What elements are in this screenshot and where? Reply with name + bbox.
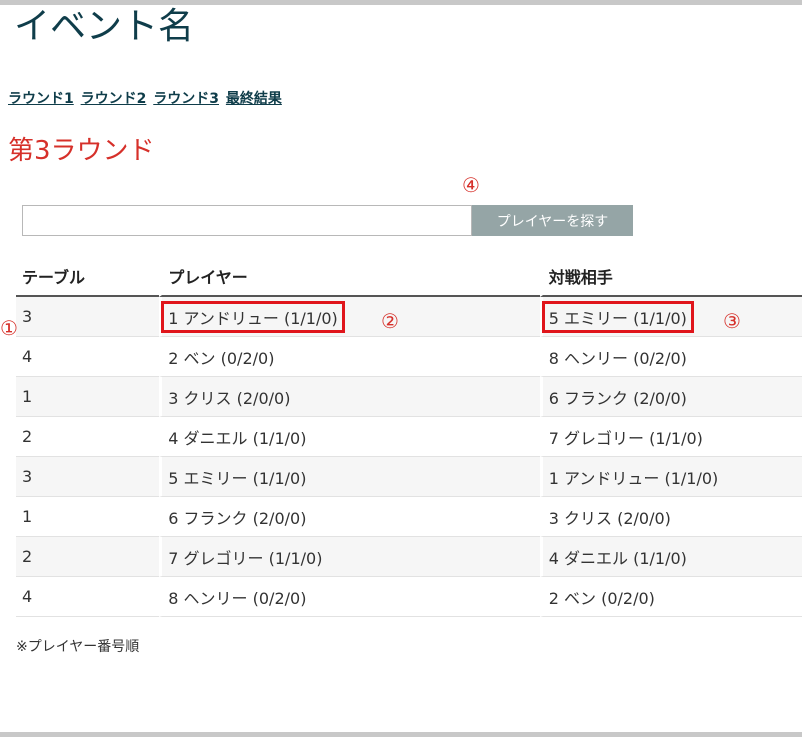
player-cell: 5 エミリー (1/1/0) [159,457,540,497]
opponent-cell: 3 クリス (2/0/0) [539,497,802,537]
player-cell: 2 ベン (0/2/0) [159,337,540,377]
pairings-table: テーブル プレイヤー 対戦相手 3 1 アンドリュー (1/1/0) 5 エミリ… [16,256,802,617]
table-header-row: テーブル プレイヤー 対戦相手 [16,256,802,297]
opponent-cell: 6 フランク (2/0/0) [539,377,802,417]
opponent-cell: 8 ヘンリー (0/2/0) [539,337,802,377]
table-number-cell: 4 [16,577,160,617]
table-row: 1 6 フランク (2/0/0) 3 クリス (2/0/0) [16,497,802,537]
round-nav: ラウンド1 ラウンド2 ラウンド3 最終結果 [8,88,284,108]
find-player-button[interactable]: プレイヤーを探す [472,205,633,236]
annotation-marker-1: ① [0,316,18,340]
round-heading: 第3ラウンド [8,136,155,166]
column-header-player: プレイヤー [159,256,540,297]
table-number-cell: 1 [16,377,160,417]
table-number-cell: 3 [16,457,160,497]
player-cell: 7 グレゴリー (1/1/0) [159,537,540,577]
nav-link-final-results[interactable]: 最終結果 [226,91,282,107]
table-row: 2 4 ダニエル (1/1/0) 7 グレゴリー (1/1/0) [16,417,802,457]
player-cell: 8 ヘンリー (0/2/0) [159,577,540,617]
table-row: 4 8 ヘンリー (0/2/0) 2 ベン (0/2/0) [16,577,802,617]
player-search-input[interactable] [22,205,472,236]
table-number-cell: 3 [16,297,160,337]
player-cell: 4 ダニエル (1/1/0) [159,417,540,457]
annotation-marker-3: ③ [723,309,741,333]
opponent-cell: 7 グレゴリー (1/1/0) [539,417,802,457]
table-row: 3 1 アンドリュー (1/1/0) 5 エミリー (1/1/0) [16,297,802,337]
table-row: 3 5 エミリー (1/1/0) 1 アンドリュー (1/1/0) [16,457,802,497]
player-cell: 3 クリス (2/0/0) [159,377,540,417]
event-title: イベント名 [14,6,195,47]
table-row: 1 3 クリス (2/0/0) 6 フランク (2/0/0) [16,377,802,417]
table-row: 4 2 ベン (0/2/0) 8 ヘンリー (0/2/0) [16,337,802,377]
opponent-cell: 1 アンドリュー (1/1/0) [539,457,802,497]
highlighted-opponent: 5 エミリー (1/1/0) [541,300,694,333]
table-number-cell: 2 [16,417,160,457]
column-header-opponent: 対戦相手 [539,256,802,297]
nav-link-round-1[interactable]: ラウンド1 [8,91,74,107]
player-cell: 6 フランク (2/0/0) [159,497,540,537]
table-number-cell: 4 [16,337,160,377]
footnote: ※プレイヤー番号順 [16,639,140,655]
nav-link-round-3[interactable]: ラウンド3 [153,91,219,107]
bottom-border [0,732,802,737]
nav-link-round-2[interactable]: ラウンド2 [81,91,147,107]
opponent-cell: 2 ベン (0/2/0) [539,577,802,617]
highlighted-player: 1 アンドリュー (1/1/0) [161,300,345,333]
annotation-marker-4: ④ [462,173,480,197]
player-cell: 1 アンドリュー (1/1/0) [159,297,540,337]
table-row: 2 7 グレゴリー (1/1/0) 4 ダニエル (1/1/0) [16,537,802,577]
annotation-marker-2: ② [381,309,399,333]
table-number-cell: 2 [16,537,160,577]
opponent-cell: 5 エミリー (1/1/0) [539,297,802,337]
column-header-table: テーブル [16,256,160,297]
table-number-cell: 1 [16,497,160,537]
opponent-cell: 4 ダニエル (1/1/0) [539,537,802,577]
